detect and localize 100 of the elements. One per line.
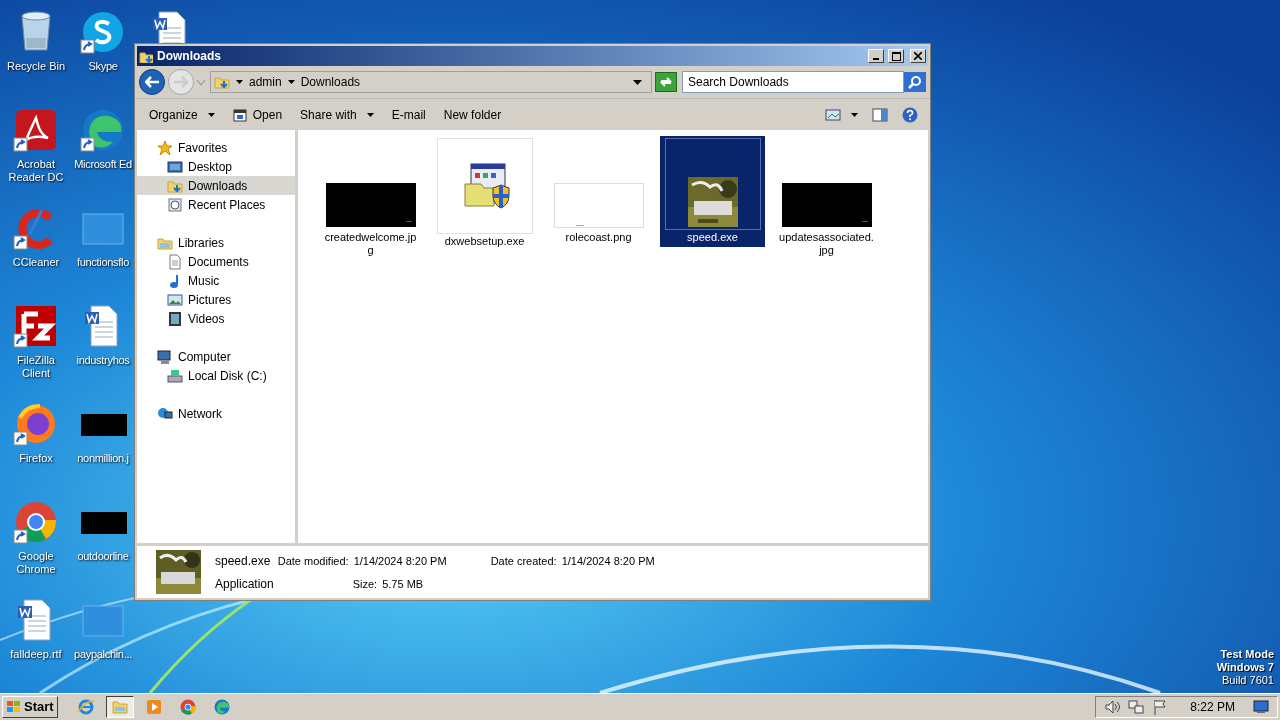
computer-icon	[157, 348, 173, 365]
speaker-icon	[1104, 699, 1121, 715]
caret-icon	[851, 112, 858, 117]
network-icon	[157, 405, 173, 422]
file-type: Application	[215, 575, 274, 593]
image-thumbnail-icon	[781, 183, 872, 228]
browser-icon	[76, 698, 95, 716]
nav-item[interactable]: Pictures	[137, 290, 295, 309]
folder-icon	[110, 698, 129, 716]
file-name: dxwebsetup.exe	[443, 235, 526, 248]
minimize-button[interactable]	[868, 49, 884, 63]
help-icon	[902, 106, 918, 123]
desktop-icon-label[interactable]: Skype	[88, 60, 118, 73]
close-icon	[914, 52, 922, 60]
document-icon	[167, 253, 183, 270]
field-value: 5.75 MB	[382, 576, 424, 592]
flag-icon	[1152, 699, 1169, 715]
file-item[interactable]: rolecoast.png	[546, 136, 651, 247]
folder-icon	[214, 74, 230, 90]
desktop-icon	[1253, 700, 1269, 714]
breadcrumb-item[interactable]: admin	[249, 73, 282, 91]
tray-button[interactable]	[1152, 699, 1169, 715]
back-button[interactable]	[139, 69, 165, 95]
caret-icon	[207, 112, 215, 117]
nav-item[interactable]: Music	[137, 271, 295, 290]
nav-group-item[interactable]: Computer	[137, 347, 295, 366]
window-icon	[232, 107, 247, 122]
nav-item[interactable]: Downloads	[137, 176, 295, 195]
field-label: Date modified:	[277, 553, 349, 569]
back-arrow-icon	[145, 76, 159, 88]
search-field[interactable]: Search Downloads	[682, 71, 904, 93]
caret-icon	[366, 112, 374, 117]
file-name: speed.exe	[215, 552, 272, 570]
desktop-icon-label[interactable]: falldeep.rtf	[3, 648, 69, 661]
caret-icon	[287, 80, 295, 84]
watermark-text: Build 7601	[1222, 674, 1274, 687]
refresh-icon	[659, 77, 673, 87]
network-icon	[1128, 699, 1145, 715]
caret-icon	[197, 79, 205, 85]
breadcrumb-item[interactable]: Downloads	[300, 73, 361, 91]
clock-icon	[167, 196, 183, 213]
field-value: 1/14/2024 8:20 PM	[353, 553, 447, 569]
nav-group-item[interactable]: Favorites	[137, 138, 295, 157]
search-button[interactable]	[904, 72, 926, 92]
nav-item[interactable]: Recent Places	[137, 195, 295, 214]
view-icon	[825, 107, 841, 122]
close-button[interactable]	[910, 49, 926, 63]
forward-arrow-icon	[174, 76, 188, 88]
watermark-text: Windows 7	[1216, 661, 1274, 674]
monitor-icon	[167, 158, 183, 175]
toolbar-button[interactable]: Share with	[294, 102, 380, 127]
file-name: rolecoast.png	[564, 231, 633, 244]
windows-logo-icon	[6, 700, 22, 714]
desktop-icon-label[interactable]: functionsflo	[76, 256, 129, 269]
field-value: 1/14/2024 8:20 PM	[561, 553, 655, 569]
nav-item[interactable]: Local Disk (C:)	[137, 366, 295, 385]
toolbar-button[interactable]: Organize	[143, 102, 221, 127]
nav-group-item[interactable]: Libraries	[137, 233, 295, 252]
desktop-icon-label[interactable]: Recycle Bin	[3, 60, 69, 73]
tray-button[interactable]	[1128, 699, 1145, 715]
start-button[interactable]: Start	[2, 696, 58, 718]
file-name: updatesassociated.jpg	[779, 231, 874, 257]
desktop-icon-label[interactable]: CCleaner	[3, 256, 69, 269]
file-name: createdwelcome.jpg	[323, 231, 418, 257]
desktop-icon-label[interactable]: FileZilla Client	[3, 354, 69, 380]
image-thumbnail-icon	[325, 183, 416, 228]
file-name: speed.exe	[686, 231, 739, 244]
toolbar-button[interactable]: Open	[226, 102, 289, 127]
file-item[interactable]: speed.exe	[660, 136, 765, 247]
refresh-button[interactable]	[655, 72, 677, 92]
nav-item[interactable]: Documents	[137, 252, 295, 271]
toolbar-button[interactable]: E-mail	[385, 102, 432, 127]
toolbar-button[interactable]: New folder	[437, 102, 508, 127]
desktop-icon-label[interactable]: Microsoft Ed	[74, 158, 132, 171]
browser-icon	[212, 698, 231, 716]
file-item[interactable]: updatesassociated.jpg	[774, 136, 879, 260]
clock: 8:22 PM	[1190, 699, 1235, 716]
nav-item[interactable]: Videos	[137, 309, 295, 328]
address-bar[interactable]: admin Downloads	[210, 71, 652, 93]
maximize-icon	[891, 51, 901, 61]
nav-item[interactable]: Desktop	[137, 157, 295, 176]
pane-icon	[872, 107, 888, 122]
browser-icon	[178, 698, 197, 716]
drive-icon	[167, 367, 183, 384]
film-icon	[167, 310, 183, 327]
star-icon	[157, 139, 173, 156]
file-item[interactable]: createdwelcome.jpg	[318, 136, 423, 260]
media-player-icon	[144, 698, 163, 716]
desktop-icon-label[interactable]: Acrobat Reader DC	[3, 158, 69, 184]
picture-icon	[167, 291, 183, 308]
maximize-button[interactable]	[888, 49, 904, 63]
caret-icon	[633, 79, 642, 85]
tray-button[interactable]	[1104, 699, 1121, 715]
taskbar-app-button[interactable]	[105, 696, 134, 718]
nav-group-item[interactable]: Network	[137, 404, 295, 423]
window-title: Downloads	[157, 48, 222, 65]
field-label: Size:	[352, 576, 378, 592]
watermark-text: Test Mode	[1220, 648, 1274, 661]
show-desktop-button[interactable]	[1253, 700, 1269, 714]
folder-icon	[139, 49, 153, 63]
